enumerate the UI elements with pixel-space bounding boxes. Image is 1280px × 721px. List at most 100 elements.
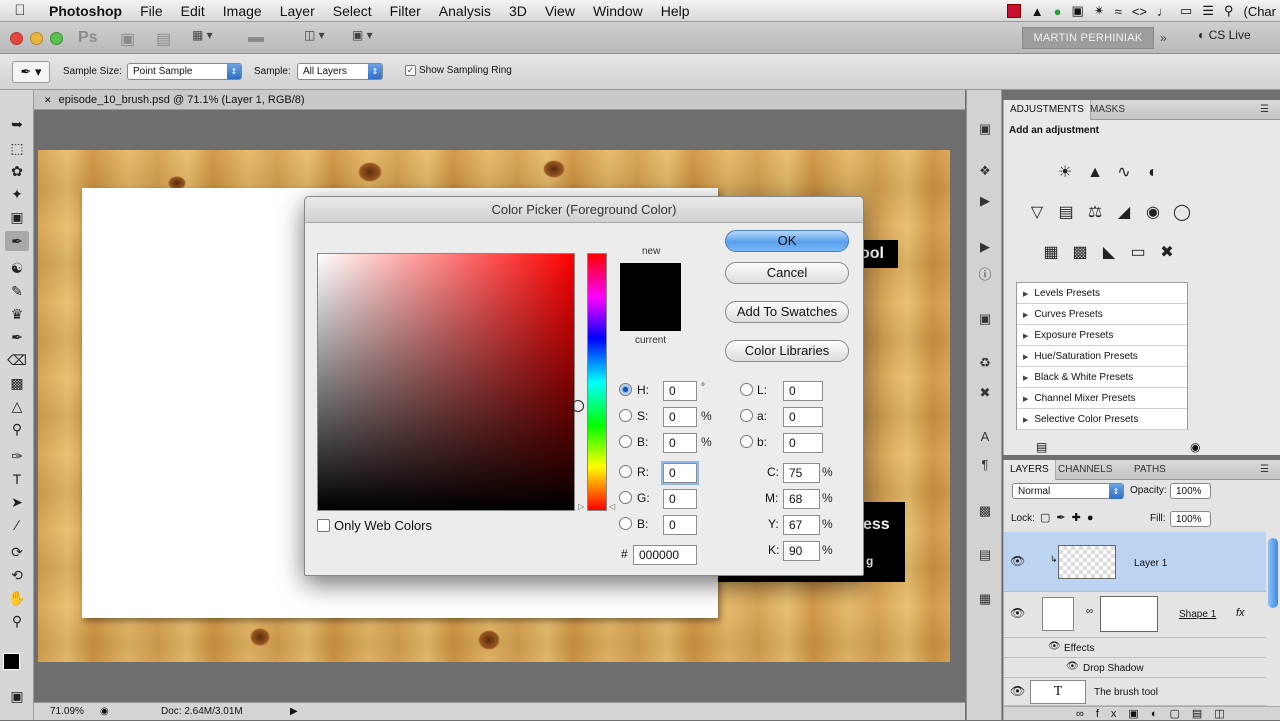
trash-icon[interactable]: ◫ (1214, 708, 1236, 720)
menu-3d[interactable]: 3D (500, 0, 536, 22)
green-radio[interactable] (619, 491, 632, 504)
pen-tool-icon[interactable]: ✑ (5, 446, 29, 466)
curves-icon[interactable]: ∿ (1113, 162, 1135, 184)
line-tool-icon[interactable]: ∕ (5, 515, 29, 535)
history-brush-tool-icon[interactable]: ✒ (5, 327, 29, 347)
a-channel-radio[interactable] (740, 409, 753, 422)
saturation-brightness-field[interactable] (317, 253, 584, 511)
new-group-icon[interactable]: ▢ (1169, 708, 1191, 720)
clip-to-layer-icon[interactable]: ◉ (1190, 440, 1200, 454)
zoom-window-icon[interactable] (50, 32, 63, 45)
record-icon[interactable] (1006, 4, 1021, 18)
mini-bridge-panel-icon[interactable]: ▣ (975, 120, 995, 138)
layers-scrollbar[interactable] (1268, 538, 1278, 608)
animation-panel-icon[interactable]: ▶ (975, 238, 995, 256)
user-menu[interactable]: (Char (1243, 4, 1276, 19)
blur-tool-icon[interactable]: △ (5, 396, 29, 416)
wifi-icon[interactable]: ≈ (1115, 4, 1122, 19)
menu-view[interactable]: View (536, 0, 584, 22)
green-field[interactable]: 0 (663, 489, 697, 509)
mini-bridge-icon[interactable]: ▤ (156, 29, 171, 49)
preset-selective-color[interactable]: Selective Color Presets (1017, 409, 1187, 430)
lightness-field[interactable]: 0 (783, 381, 823, 401)
apple-menu-icon[interactable]:  (0, 2, 40, 19)
layer-effect-drop-shadow-row[interactable]: 👁 Drop Shadow (1004, 658, 1266, 678)
lasso-tool-icon[interactable]: ✿ (5, 161, 29, 181)
new-layer-icon[interactable]: ▤ (1192, 708, 1214, 720)
styles-panel-icon[interactable]: ▩ (975, 502, 995, 520)
dodge-tool-icon[interactable]: ⚲ (5, 419, 29, 439)
add-mask-icon[interactable]: ▣ (1128, 708, 1150, 720)
clone-stamp-tool-icon[interactable]: ♛ (5, 304, 29, 324)
visibility-eye-icon[interactable]: 👁 (1010, 554, 1025, 568)
zoom-level-icon[interactable]: ▬ (248, 29, 264, 47)
visibility-eye-icon[interactable]: 👁 (1010, 684, 1025, 698)
fill-input[interactable]: 100% (1170, 511, 1211, 527)
clone-source-panel-icon[interactable]: ♻ (975, 354, 995, 372)
current-color-swatch[interactable] (620, 297, 681, 331)
quick-mask-icon[interactable]: ▣ (5, 686, 29, 706)
menu-window[interactable]: Window (584, 0, 652, 22)
preset-black-white[interactable]: Black & White Presets (1017, 367, 1187, 388)
arrange-documents-dropdown[interactable]: ◫ ▾ (304, 28, 325, 48)
info-panel-icon[interactable]: ⓘ (975, 266, 995, 284)
panel-menu-icon[interactable]: ☰ (1260, 100, 1269, 120)
3d-rotate-tool-icon[interactable]: ⟳ (5, 542, 29, 562)
status-menu-arrow-icon[interactable]: ▶ (290, 703, 298, 721)
layer-row-text[interactable]: 👁 T The brush tool (1004, 678, 1266, 706)
preset-curves[interactable]: Curves Presets (1017, 304, 1187, 325)
visibility-eye-icon[interactable]: 👁 (1066, 661, 1079, 672)
brightness-field[interactable]: 0 (663, 433, 697, 453)
actions-panel-icon[interactable]: ▶ (975, 192, 995, 210)
only-web-colors-checkbox[interactable] (317, 519, 330, 532)
ok-button[interactable]: OK (725, 230, 849, 252)
selective-color-icon[interactable]: ✖ (1156, 242, 1178, 264)
link-icon[interactable]: ∞ (1086, 606, 1093, 617)
cyan-field[interactable]: 75 (783, 463, 820, 483)
menu-image[interactable]: Image (214, 0, 271, 22)
minimize-window-icon[interactable] (30, 32, 43, 45)
code-icon[interactable]: <> (1132, 4, 1147, 19)
color-picker-marker[interactable] (572, 400, 584, 412)
a-channel-field[interactable]: 0 (783, 407, 823, 427)
menu-edit[interactable]: Edit (172, 0, 214, 22)
quick-selection-tool-icon[interactable]: ✦ (5, 184, 29, 204)
b-channel-field[interactable]: 0 (783, 433, 823, 453)
tab-masks[interactable]: MASKS (1084, 100, 1131, 120)
spotlight-icon[interactable]: ⚲ (1224, 3, 1234, 19)
blue-field[interactable]: 0 (663, 515, 697, 535)
channel-mixer-icon[interactable]: ◯ (1171, 202, 1193, 224)
visibility-eye-icon[interactable]: 👁 (1048, 641, 1061, 652)
zoom-tool-icon[interactable]: ⚲ (5, 611, 29, 631)
saturation-field[interactable]: 0 (663, 407, 697, 427)
link-layers-icon[interactable]: ∞ (1076, 708, 1096, 720)
sample-select[interactable]: All Layers ⇕ (297, 63, 383, 80)
gradient-tool-icon[interactable]: ▩ (5, 373, 29, 393)
preset-exposure[interactable]: Exposure Presets (1017, 325, 1187, 346)
more-workspaces-icon[interactable]: » (1160, 31, 1167, 51)
tab-layers[interactable]: LAYERS (1004, 460, 1056, 480)
workspace-user[interactable]: MARTIN PERHINIAK (1022, 27, 1154, 49)
black-key-field[interactable]: 90 (783, 541, 820, 561)
screen-mode-dropdown[interactable]: ▣ ▾ (352, 28, 373, 48)
cs-live-button[interactable]: ◐ CS Live (1198, 28, 1251, 42)
magenta-field[interactable]: 68 (783, 489, 820, 509)
menu-analysis[interactable]: Analysis (430, 0, 500, 22)
crop-tool-icon[interactable]: ▣ (5, 207, 29, 227)
layer-name[interactable]: The brush tool (1094, 687, 1158, 698)
levels-icon[interactable]: ▲ (1084, 162, 1106, 184)
swatches-panel-icon[interactable]: ▦ (975, 590, 995, 608)
zoom-level[interactable]: 71.09% (50, 703, 84, 721)
visibility-eye-icon[interactable]: 👁 (1010, 606, 1025, 620)
yellow-field[interactable]: 67 (783, 515, 820, 535)
menu-photoshop[interactable]: Photoshop (40, 0, 131, 22)
layer-effects-row[interactable]: 👁 Effects (1004, 638, 1266, 658)
color-balance-icon[interactable]: ⚖ (1084, 202, 1106, 224)
black-white-icon[interactable]: ◢ (1113, 202, 1135, 224)
type-tool-icon[interactable]: T (5, 469, 29, 489)
menu-help[interactable]: Help (652, 0, 699, 22)
path-selection-tool-icon[interactable]: ➤ (5, 492, 29, 512)
sync-icon[interactable]: ● (1054, 4, 1062, 19)
invert-icon[interactable]: ▦ (1040, 242, 1062, 264)
eyedropper-tool-icon[interactable]: ✒ (5, 231, 29, 251)
